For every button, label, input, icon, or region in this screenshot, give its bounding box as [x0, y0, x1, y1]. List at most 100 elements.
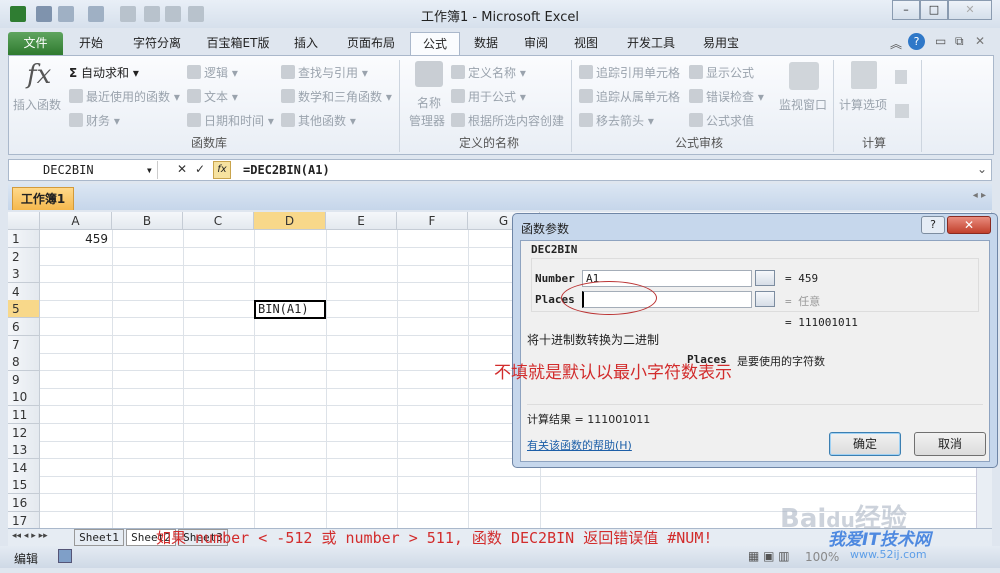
- lookup-icon: [281, 65, 295, 79]
- trace-precedents-button[interactable]: 追踪引用单元格: [579, 64, 680, 81]
- use-in-formula-button[interactable]: 用于公式 ▾: [451, 88, 526, 105]
- evaluate-formula-button[interactable]: 公式求值: [689, 112, 754, 129]
- column-header[interactable]: F: [397, 212, 468, 230]
- row-header[interactable]: 14: [8, 458, 40, 477]
- row-header[interactable]: 17: [8, 511, 40, 528]
- tab-file[interactable]: 文件: [8, 32, 63, 55]
- row-header[interactable]: 8: [8, 353, 40, 372]
- insert-function-button[interactable]: 插入函数: [13, 96, 61, 113]
- row-header[interactable]: 4: [8, 282, 40, 301]
- annotation-num-error: 如果 number < -512 或 number > 511, 函数 DEC2…: [156, 529, 713, 547]
- cell-A1[interactable]: 459: [68, 232, 108, 246]
- autosum-button[interactable]: Σ 自动求和 ▾: [69, 64, 139, 81]
- column-header[interactable]: D: [254, 212, 326, 230]
- tab-developer[interactable]: 开发工具: [616, 32, 686, 55]
- name-manager-icon: [415, 61, 443, 87]
- row-header[interactable]: 7: [8, 335, 40, 354]
- name-box[interactable]: DEC2BIN ▾: [13, 163, 153, 177]
- row-header[interactable]: 6: [8, 318, 40, 336]
- math-label: 数学和三角函数: [298, 90, 383, 104]
- cell-D5-editing[interactable]: BIN(A1): [254, 300, 326, 319]
- tab-toolbox[interactable]: 百宝箱ET版: [198, 32, 278, 55]
- cancel-entry-icon[interactable]: ✕: [177, 162, 187, 176]
- name-manager-label-2[interactable]: 管理器: [409, 112, 445, 129]
- show-formulas-icon: [689, 65, 703, 79]
- tab-view[interactable]: 视图: [564, 32, 608, 55]
- row-header[interactable]: 16: [8, 494, 40, 512]
- tab-home[interactable]: 开始: [66, 32, 116, 55]
- close-button[interactable]: ✕: [948, 0, 992, 20]
- view-buttons-icon[interactable]: ▦ ▣ ▥: [748, 549, 790, 563]
- formula-input[interactable]: =DEC2BIN(A1): [243, 163, 330, 177]
- row-header[interactable]: 15: [8, 476, 40, 495]
- math-icon: [281, 89, 295, 103]
- workbook-nav-icon[interactable]: ◂ ▸: [973, 190, 986, 201]
- row-header[interactable]: 5: [8, 300, 40, 319]
- math-button[interactable]: 数学和三角函数 ▾: [281, 88, 392, 105]
- cancel-button[interactable]: 取消: [914, 432, 986, 456]
- macro-record-icon[interactable]: [58, 549, 72, 563]
- column-header[interactable]: A: [40, 212, 112, 230]
- watch-window-button[interactable]: 监视窗口: [779, 96, 827, 113]
- more-functions-button[interactable]: 其他函数 ▾: [281, 112, 356, 129]
- zoom-level[interactable]: 100%: [805, 550, 839, 564]
- tab-formulas[interactable]: 公式: [410, 32, 460, 55]
- name-manager-label-1[interactable]: 名称: [417, 94, 441, 111]
- logical-button[interactable]: 逻辑 ▾: [187, 64, 238, 81]
- recent-functions-button[interactable]: 最近使用的函数 ▾: [69, 88, 180, 105]
- help-icon[interactable]: ?: [908, 33, 925, 50]
- calc-sheet-icon[interactable]: [895, 104, 909, 118]
- row-header[interactable]: 9: [8, 370, 40, 389]
- define-name-button[interactable]: 定义名称 ▾: [451, 64, 526, 81]
- error-checking-button[interactable]: 错误检查 ▾: [689, 88, 764, 105]
- show-formulas-button[interactable]: 显示公式: [689, 64, 754, 81]
- tab-page-layout[interactable]: 页面布局: [336, 32, 406, 55]
- doc-restore-icon[interactable]: ⧉: [955, 34, 964, 49]
- insert-function-icon[interactable]: fx: [213, 161, 231, 179]
- row-header[interactable]: 10: [8, 388, 40, 407]
- tab-data[interactable]: 数据: [464, 32, 508, 55]
- help-link[interactable]: 有关该函数的帮助(H): [527, 437, 632, 453]
- minimize-button[interactable]: –: [892, 0, 920, 20]
- datetime-button[interactable]: 日期和时间 ▾: [187, 112, 274, 129]
- financial-button[interactable]: 财务 ▾: [69, 112, 120, 129]
- trace-dependents-button[interactable]: 追踪从属单元格: [579, 88, 680, 105]
- row-header[interactable]: 1: [8, 230, 40, 248]
- collapse-dialog-icon[interactable]: [755, 270, 775, 286]
- confirm-entry-icon[interactable]: ✓: [195, 162, 205, 176]
- calc-options-button[interactable]: 计算选项: [839, 96, 887, 113]
- text-button[interactable]: 文本 ▾: [187, 88, 238, 105]
- workbook-tab[interactable]: 工作簿1: [12, 187, 74, 210]
- column-header[interactable]: C: [183, 212, 254, 230]
- dialog-help-button[interactable]: ?: [921, 216, 945, 234]
- doc-minimize-icon[interactable]: ▭: [935, 34, 946, 48]
- tab-easy[interactable]: 易用宝: [694, 32, 748, 55]
- dialog-close-button[interactable]: ✕: [947, 216, 991, 234]
- column-header[interactable]: B: [112, 212, 183, 230]
- create-from-selection-button[interactable]: 根据所选内容创建: [451, 112, 564, 129]
- tab-char-split[interactable]: 字符分离: [122, 32, 192, 55]
- tab-insert[interactable]: 插入: [284, 32, 328, 55]
- sheet-tab[interactable]: Sheet1: [74, 529, 124, 546]
- calc-now-icon[interactable]: [895, 70, 907, 84]
- doc-close-icon[interactable]: ✕: [975, 34, 985, 48]
- use-in-formula-label: 用于公式: [468, 90, 517, 104]
- gridline: [112, 230, 113, 528]
- ok-button[interactable]: 确定: [829, 432, 901, 456]
- expand-formula-bar-icon[interactable]: ⌄: [977, 162, 987, 176]
- row-header[interactable]: 12: [8, 423, 40, 442]
- lookup-button[interactable]: 查找与引用 ▾: [281, 64, 368, 81]
- trace-dependents-icon: [579, 89, 593, 103]
- row-header[interactable]: 11: [8, 406, 40, 424]
- row-header[interactable]: 13: [8, 441, 40, 460]
- sheet-nav-icon[interactable]: ◂◂ ◂ ▸ ▸▸: [12, 531, 48, 541]
- row-header[interactable]: 2: [8, 247, 40, 266]
- column-header[interactable]: E: [326, 212, 397, 230]
- tab-review[interactable]: 审阅: [514, 32, 558, 55]
- select-all[interactable]: [8, 212, 40, 230]
- collapse-dialog-icon[interactable]: [755, 291, 775, 307]
- maximize-button[interactable]: □: [920, 0, 948, 20]
- row-header[interactable]: 3: [8, 265, 40, 284]
- remove-arrows-button[interactable]: 移去箭头 ▾: [579, 112, 654, 129]
- collapse-ribbon-icon[interactable]: ︽: [890, 35, 902, 52]
